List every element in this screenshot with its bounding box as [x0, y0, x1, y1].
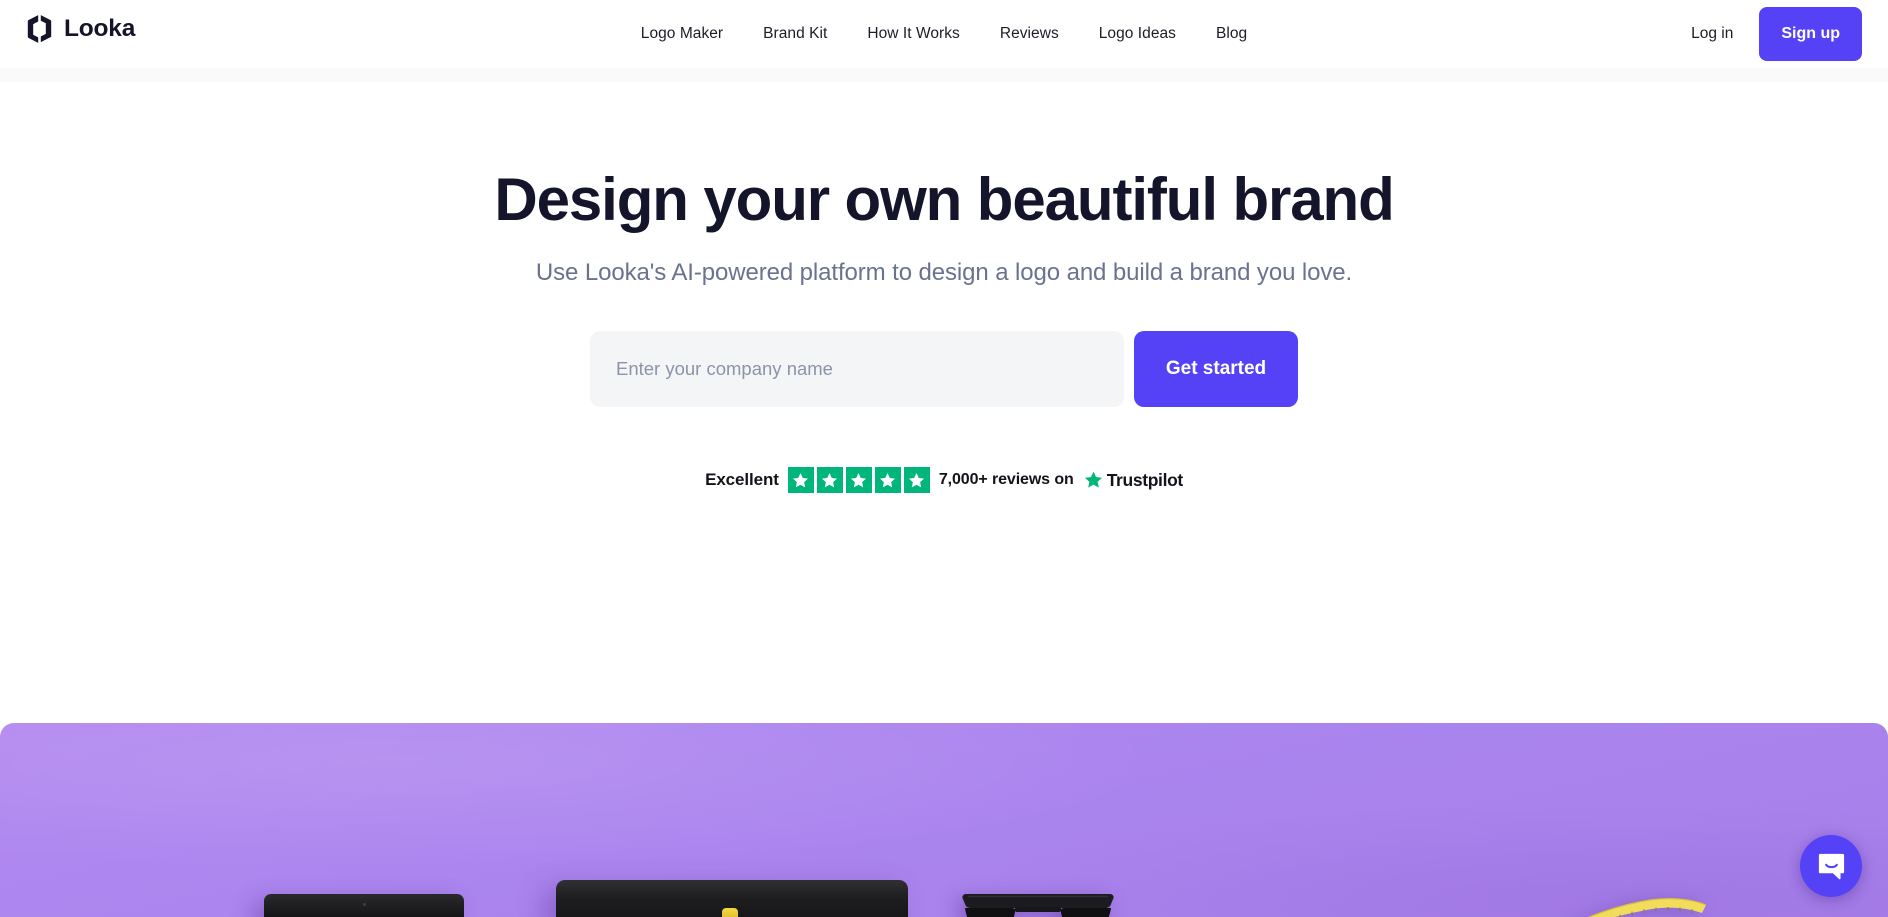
intercom-chat-button[interactable] [1800, 835, 1862, 897]
brand-name: Looka [64, 14, 136, 42]
trustpilot-logo: Trustpilot [1083, 470, 1183, 491]
signup-form: Get started [0, 331, 1888, 408]
hero-section: Design your own beautiful brand Use Look… [0, 82, 1888, 494]
trustpilot-star-rating [787, 467, 930, 494]
main-navigation: Logo Maker Brand Kit How It Works Review… [0, 0, 1888, 68]
nav-item-reviews[interactable]: Reviews [1000, 25, 1059, 43]
nav-item-logo-maker[interactable]: Logo Maker [641, 25, 723, 43]
header-actions: Log in Sign up [1691, 0, 1862, 68]
star-icon [787, 467, 814, 494]
chat-bubble-icon [1816, 851, 1847, 882]
tape-measure-object [1566, 897, 1716, 917]
header-divider-band [0, 68, 1888, 82]
star-icon [845, 467, 872, 494]
looka-hexagon-mark-icon [26, 14, 53, 44]
trustpilot-logo-word: Trustpilot [1106, 469, 1184, 490]
tablet-device-object [264, 894, 464, 917]
site-header: Looka Logo Maker Brand Kit How It Works … [0, 0, 1888, 68]
signup-button[interactable]: Sign up [1759, 7, 1862, 61]
sunglasses-object [962, 888, 1114, 917]
nav-item-how-it-works[interactable]: How It Works [867, 25, 959, 43]
nav-item-blog[interactable]: Blog [1216, 25, 1247, 43]
hero-subtitle: Use Looka's AI-powered platform to desig… [535, 259, 1353, 287]
login-link[interactable]: Log in [1691, 25, 1733, 43]
trustpilot-star-icon [1083, 470, 1104, 491]
star-icon [874, 467, 901, 494]
brand-logo-link[interactable]: Looka [26, 14, 135, 44]
hero-photo-band [0, 723, 1888, 917]
star-icon [816, 467, 843, 494]
get-started-button[interactable]: Get started [1134, 331, 1298, 408]
page-title: Design your own beautiful brand [494, 166, 1394, 233]
company-name-input[interactable] [590, 331, 1124, 408]
star-icon [903, 467, 930, 494]
page-root: Looka Logo Maker Brand Kit How It Works … [0, 0, 1888, 917]
trustpilot-rating-word: Excellent [705, 470, 779, 490]
nav-item-brand-kit[interactable]: Brand Kit [763, 25, 827, 43]
trustpilot-review-count: 7,000+ reviews on [938, 471, 1074, 489]
nav-item-logo-ideas[interactable]: Logo Ideas [1099, 25, 1176, 43]
trustpilot-widget[interactable]: Excellent 7,000+ reviews on Trustpilot [0, 467, 1888, 494]
wallet-clasp-object [722, 908, 738, 917]
